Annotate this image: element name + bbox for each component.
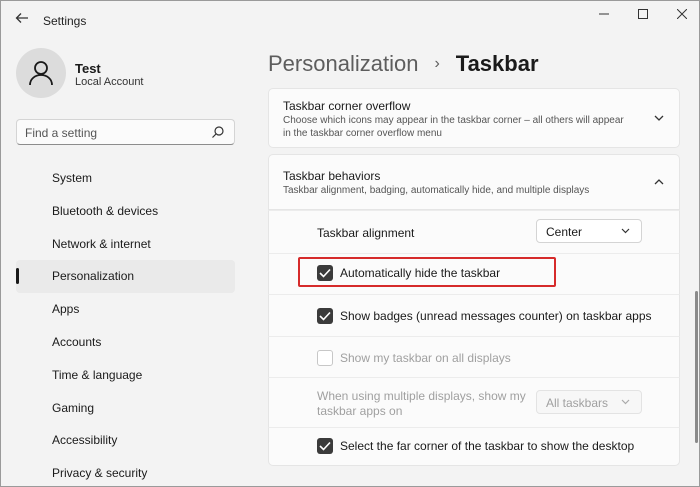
dropdown-value: Center bbox=[546, 225, 583, 239]
all-displays-checkbox bbox=[317, 350, 333, 366]
sidebar-item-label: Accounts bbox=[52, 334, 102, 349]
taskbar-behaviors-card[interactable]: Taskbar behaviors Taskbar alignment, bad… bbox=[268, 154, 680, 210]
close-icon[interactable] bbox=[668, 5, 696, 25]
badges-checkbox[interactable] bbox=[317, 308, 333, 324]
multi-display-dropdown: All taskbars bbox=[536, 390, 642, 414]
checkmark-icon bbox=[319, 441, 331, 451]
card-title: Taskbar corner overflow bbox=[283, 99, 411, 113]
sidebar-item-label: Apps bbox=[52, 302, 80, 317]
sidebar-item-label: Accessibility bbox=[52, 433, 118, 448]
active-indicator bbox=[16, 268, 19, 285]
multi-display-row: When using multiple displays, show my ta… bbox=[268, 377, 680, 427]
badges-row[interactable]: Show badges (unread messages counter) on… bbox=[268, 294, 680, 336]
chevron-down-icon bbox=[621, 399, 630, 405]
multi-display-label: When using multiple displays, show my ta… bbox=[317, 389, 526, 418]
sidebar-item-label: Privacy & security bbox=[52, 466, 148, 481]
taskbar-alignment-row: Taskbar alignment Center bbox=[268, 210, 680, 253]
taskbar-alignment-label: Taskbar alignment bbox=[317, 226, 415, 240]
sidebar-item-apps[interactable]: Apps bbox=[16, 293, 235, 326]
checkmark-icon bbox=[319, 311, 331, 321]
far-corner-label: Select the far corner of the taskbar to … bbox=[340, 439, 635, 453]
sidebar-item-bluetooth-devices[interactable]: Bluetooth & devices bbox=[16, 195, 235, 228]
back-arrow-icon[interactable] bbox=[11, 10, 33, 32]
app-title: Settings bbox=[43, 14, 87, 28]
far-corner-row[interactable]: Select the far corner of the taskbar to … bbox=[268, 427, 680, 466]
sidebar-item-time-language[interactable]: Time & language bbox=[16, 359, 235, 392]
user-account-type: Local Account bbox=[75, 76, 144, 88]
page-title: Taskbar bbox=[455, 51, 539, 76]
scrollbar-thumb[interactable] bbox=[695, 291, 698, 443]
sidebar-nav: System Bluetooth & devices Network & int… bbox=[16, 162, 235, 487]
minimize-icon[interactable] bbox=[590, 5, 618, 25]
all-displays-label: Show my taskbar on all displays bbox=[340, 351, 511, 365]
chevron-down-icon[interactable] bbox=[653, 112, 665, 124]
sidebar-item-label: Gaming bbox=[52, 400, 95, 415]
highlight-box bbox=[298, 257, 556, 287]
sidebar-item-accessibility[interactable]: Accessibility bbox=[16, 424, 235, 457]
sidebar-item-personalization[interactable]: Personalization bbox=[16, 260, 235, 294]
sidebar-item-label: Time & language bbox=[52, 367, 143, 382]
card-title: Taskbar behaviors bbox=[283, 169, 381, 183]
sidebar-item-label: Network & internet bbox=[52, 236, 151, 251]
user-icon bbox=[29, 61, 53, 86]
card-description: Choose which icons may appear in the tas… bbox=[283, 115, 624, 139]
sidebar-item-accounts[interactable]: Accounts bbox=[16, 326, 235, 359]
breadcrumb: Personalization › Taskbar bbox=[268, 49, 539, 79]
avatar[interactable] bbox=[16, 48, 66, 98]
card-description: Taskbar alignment, badging, automaticall… bbox=[283, 185, 590, 196]
user-name: Test bbox=[75, 61, 101, 76]
badges-label: Show badges (unread messages counter) on… bbox=[340, 309, 652, 323]
breadcrumb-separator: › bbox=[434, 55, 440, 72]
all-displays-row: Show my taskbar on all displays bbox=[268, 336, 680, 377]
sidebar-item-system[interactable]: System bbox=[16, 162, 235, 195]
taskbar-corner-overflow-card[interactable]: Taskbar corner overflow Choose which ico… bbox=[268, 88, 680, 148]
chevron-down-icon bbox=[621, 228, 630, 234]
far-corner-checkbox[interactable] bbox=[317, 438, 333, 454]
search-icon[interactable] bbox=[211, 125, 225, 139]
sidebar-item-label: Personalization bbox=[52, 269, 135, 284]
taskbar-alignment-dropdown[interactable]: Center bbox=[536, 219, 642, 243]
sidebar-item-label: System bbox=[52, 171, 93, 185]
sidebar-item-network-internet[interactable]: Network & internet bbox=[16, 228, 235, 261]
maximize-icon[interactable] bbox=[629, 5, 657, 25]
chevron-up-icon[interactable] bbox=[653, 176, 665, 188]
sidebar-item-privacy-security[interactable]: Privacy & security bbox=[16, 457, 235, 487]
dropdown-value: All taskbars bbox=[546, 396, 609, 410]
sidebar-item-label: Bluetooth & devices bbox=[52, 203, 159, 218]
breadcrumb-parent[interactable]: Personalization bbox=[268, 51, 418, 77]
title-bar: Settings bbox=[1, 1, 699, 41]
sidebar-item-gaming[interactable]: Gaming bbox=[16, 392, 235, 425]
search-input[interactable] bbox=[25, 124, 205, 141]
settings-window: Settings Test Local Account System Bluet… bbox=[0, 0, 700, 487]
search-box[interactable] bbox=[16, 119, 235, 145]
